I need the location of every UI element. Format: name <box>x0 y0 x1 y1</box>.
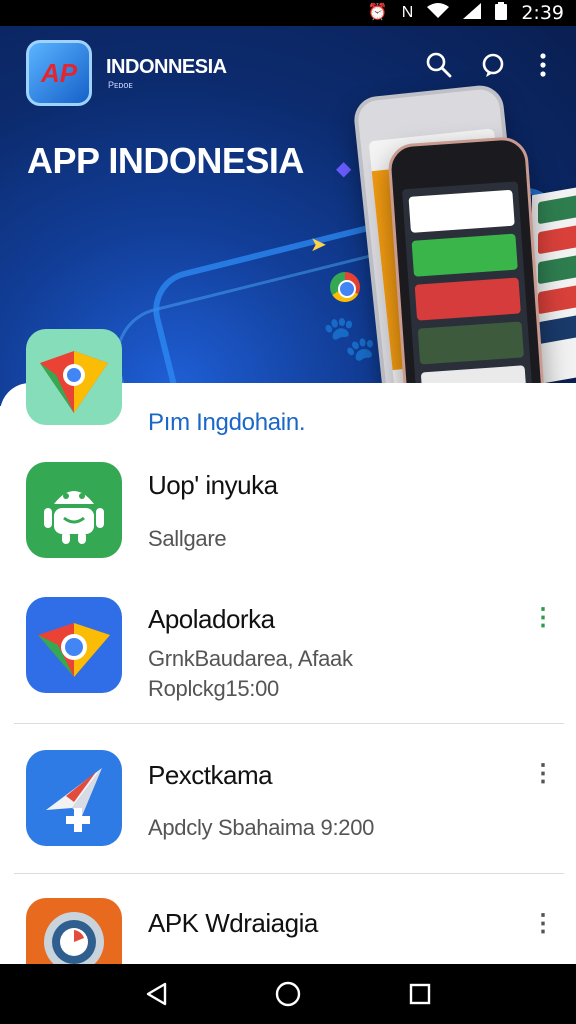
gauge-icon[interactable] <box>26 898 122 964</box>
app-logo: AP <box>26 40 92 106</box>
list-item-title: Uop' inyuka <box>148 470 278 500</box>
chrome-icon <box>330 272 360 302</box>
wifi-icon <box>427 3 450 23</box>
system-nav-bar <box>0 964 576 1024</box>
status-time: 2:39 <box>521 2 564 24</box>
nfc-icon: N <box>401 4 414 21</box>
home-icon[interactable] <box>266 972 310 1016</box>
sparkle-icon: ◆ <box>336 158 352 180</box>
android-icon[interactable] <box>26 462 122 558</box>
list-item-title: APK Wdraiagia <box>148 908 318 938</box>
search-icon[interactable] <box>424 52 454 86</box>
status-bar: ⏰ N 2:39 <box>0 0 576 26</box>
battery-icon <box>495 2 508 24</box>
back-icon[interactable] <box>134 972 178 1016</box>
list-item-subtitle: Roplckg15:00 <box>148 676 279 701</box>
navigation-icon[interactable] <box>26 750 122 846</box>
brand-subtitle: Pᴇᴅᴏᴇ <box>108 80 133 90</box>
list-item-subtitle: Sallgare <box>148 526 227 551</box>
chat-icon[interactable] <box>478 52 508 86</box>
list-item-link[interactable]: Pım Ingdohain. <box>148 408 306 438</box>
list-item-title: Pexctkama <box>148 760 273 790</box>
divider <box>14 723 564 724</box>
more-vert-icon[interactable]: ⋮ <box>530 598 556 638</box>
maps-pin-icon[interactable] <box>26 329 122 425</box>
list-item-subtitle: GrnkBaudarea, Afaak <box>148 646 353 671</box>
cursor-icon: ➤ <box>310 234 327 256</box>
chrome-icon[interactable] <box>26 597 122 693</box>
logo-text: AP <box>40 57 78 88</box>
page-title: APP INDONESIA <box>27 140 304 181</box>
mascot-icon: 🐾 <box>322 314 377 363</box>
more-vert-icon[interactable]: ⋮ <box>530 904 556 944</box>
divider <box>14 873 564 874</box>
brand-name: INDONNESIA <box>106 56 227 78</box>
list-item-title: Apoladorka <box>148 604 275 634</box>
recents-icon[interactable] <box>398 972 442 1016</box>
more-vert-icon[interactable]: ⋮ <box>530 754 556 794</box>
signal-icon <box>463 3 482 23</box>
alarm-icon: ⏰ <box>367 4 388 21</box>
more-vert-icon[interactable] <box>528 52 558 86</box>
list-item-subtitle: Apdcly Sbahaima 9:200 <box>148 815 375 840</box>
